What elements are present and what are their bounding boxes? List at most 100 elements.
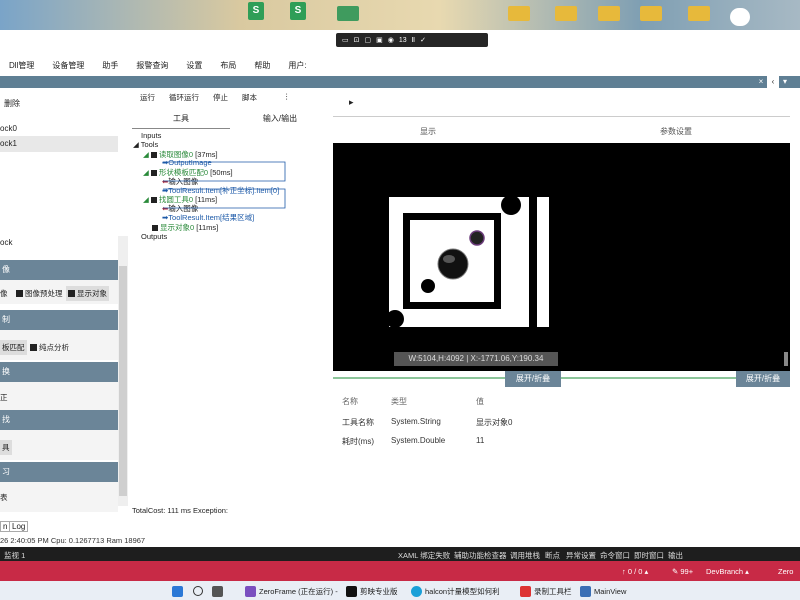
expand-collapse-button-2[interactable]: 展开/折叠 <box>736 371 790 387</box>
delete-button[interactable]: 删除 <box>4 98 122 109</box>
window-icon[interactable]: ▢ <box>365 36 372 44</box>
folder-icon-4[interactable] <box>598 6 620 21</box>
ide-tab[interactable]: 调用堆栈 <box>510 550 540 561</box>
repo-selector[interactable]: Zero <box>778 567 793 576</box>
chevron-down-icon[interactable]: ▾ <box>779 76 791 88</box>
taskbar-app-zeroframe[interactable]: ZeroFrame (正在运行) - <box>245 584 338 598</box>
tree-tools[interactable]: ◢ Tools <box>133 140 158 149</box>
tab-io[interactable]: 输入/输出 <box>230 110 330 128</box>
tab-params[interactable]: 参数设置 <box>660 126 692 137</box>
play-icon[interactable]: ▸ <box>349 97 354 108</box>
git-changes[interactable]: ✎ 99+ <box>672 567 693 576</box>
run-button[interactable]: 运行 <box>140 92 155 103</box>
ide-tab[interactable]: 断点 <box>545 550 560 561</box>
collapse-icon[interactable]: ◢ <box>143 168 151 177</box>
tree-inputs[interactable]: Inputs <box>141 131 161 140</box>
tool-preprocess-chip[interactable]: 图像预处理 <box>16 288 63 299</box>
menu-alarm[interactable]: 报警查询 <box>127 60 177 71</box>
taskbar-app-mainview[interactable]: MainView <box>580 584 626 598</box>
cell-value[interactable]: 显示对象0 <box>476 417 512 428</box>
taskbar-app-browser[interactable]: halcon计量模型如何利 <box>411 584 500 598</box>
tool-image-chip[interactable]: 像 <box>0 288 8 299</box>
sheet-app-icon-2[interactable]: S <box>290 2 306 20</box>
taskbar-app-recorder[interactable]: 录制工具栏 <box>520 584 572 598</box>
ide-tab[interactable]: XAML 绑定失败 <box>398 550 450 561</box>
search-icon[interactable] <box>193 584 203 598</box>
script-button[interactable]: 脚本 <box>242 92 257 103</box>
loop-run-button[interactable]: 循环运行 <box>169 92 199 103</box>
block-item-1[interactable]: ock1 <box>0 136 118 152</box>
divider <box>333 116 790 117</box>
ide-tab[interactable]: 异常设置 <box>566 550 596 561</box>
tab-tools[interactable]: 工具 <box>132 110 230 129</box>
folder-icon-2[interactable] <box>508 6 530 21</box>
folder-icon-5[interactable] <box>640 6 662 21</box>
cell-type: System.Double <box>391 436 446 445</box>
ide-tool-strip: 监视 1 XAML 绑定失败 辅助功能检查器 调用堆栈 断点 异常设置 命令窗口… <box>0 547 800 561</box>
menu-dll[interactable]: Dll管理 <box>0 60 43 71</box>
tool-correct-chip[interactable]: 正 <box>0 392 8 403</box>
menu-assistant[interactable]: 助手 <box>93 60 127 71</box>
part-drawing <box>386 195 537 328</box>
stop-button[interactable]: 停止 <box>213 92 228 103</box>
block-item-0[interactable]: ock0 <box>0 122 118 136</box>
tool-display-chip[interactable]: 显示对象 <box>66 286 109 301</box>
capture-icon[interactable]: ⊡ <box>354 36 360 44</box>
mic-icon[interactable]: ◉ <box>388 36 394 44</box>
viewer-scrollbar[interactable] <box>784 352 788 366</box>
more-icon[interactable]: ⋮ <box>283 92 291 103</box>
bottom-tabs: n Log <box>0 520 800 534</box>
folder-icon-3[interactable] <box>555 6 577 21</box>
check-icon[interactable]: ✓ <box>420 36 426 44</box>
section-body-match: 板匹配 纯点分析 <box>0 330 118 360</box>
section-header-learn[interactable]: 习 <box>0 462 118 482</box>
scrollbar-thumb[interactable] <box>119 266 127 496</box>
tab-log[interactable]: Log <box>9 521 29 532</box>
menu-user[interactable]: 用户: <box>279 60 315 71</box>
close-icon[interactable]: × <box>755 76 767 88</box>
section-header-transform[interactable]: 换 <box>0 362 118 382</box>
task-view-icon[interactable] <box>212 584 223 598</box>
menu-device[interactable]: 设备管理 <box>43 60 93 71</box>
camera-icon[interactable]: ▣ <box>376 36 383 44</box>
tree-outputs[interactable]: Outputs <box>141 232 167 241</box>
tool-icon <box>152 225 158 232</box>
chevron-left-icon[interactable]: ‹ <box>767 76 779 88</box>
start-icon[interactable] <box>172 584 183 598</box>
ide-tab[interactable]: 辅助功能检查器 <box>454 550 507 561</box>
git-sync[interactable]: ↑ 0 / 0 ▴ <box>622 567 648 576</box>
tab-display[interactable]: 显示 <box>420 126 436 137</box>
splitter-line[interactable] <box>333 377 790 379</box>
sheet-app-icon[interactable]: S <box>248 2 264 20</box>
block-item-2[interactable]: ock <box>0 238 118 247</box>
section-header-match[interactable]: 制 <box>0 310 118 330</box>
tool-template-chip[interactable]: 板匹配 <box>0 340 27 355</box>
menu-help[interactable]: 帮助 <box>245 60 279 71</box>
collapse-icon[interactable]: ◢ <box>143 150 151 159</box>
ide-tab[interactable]: 命令窗口 <box>600 550 630 561</box>
section-header-find[interactable]: 找 <box>0 410 118 430</box>
screen-icon[interactable]: ▭ <box>342 36 349 44</box>
taskbar-app-capcut[interactable]: 剪映专业版 <box>346 584 398 598</box>
expand-icon[interactable]: ◢ <box>133 140 141 149</box>
tool-table-chip[interactable]: 表 <box>0 492 8 503</box>
cell-value[interactable]: 11 <box>476 436 484 445</box>
folder-icon[interactable] <box>337 6 359 21</box>
status-bar: 26 2:40:05 PM Cpu: 0.1267713 Ram 18967 <box>0 533 800 547</box>
menu-settings[interactable]: 设置 <box>177 60 211 71</box>
section-header-image[interactable]: 像 <box>0 260 118 280</box>
expand-collapse-button[interactable]: 展开/折叠 <box>505 371 561 387</box>
menu-layout[interactable]: 布局 <box>211 60 245 71</box>
tool-find-chip[interactable]: 具 <box>0 440 12 455</box>
branch-selector[interactable]: DevBranch ▴ <box>706 567 749 576</box>
ide-tab[interactable]: 即时窗口 <box>634 550 664 561</box>
tool-point-chip[interactable]: 纯点分析 <box>30 342 69 353</box>
left-scrollbar[interactable] <box>118 236 128 506</box>
collapse-icon[interactable]: ◢ <box>143 195 151 204</box>
col-value: 值 <box>476 397 484 406</box>
pause-icon[interactable]: Ⅱ <box>412 36 415 44</box>
cat-avatar-icon[interactable] <box>730 8 750 26</box>
ide-tab[interactable]: 输出 <box>668 550 683 561</box>
watch-tab[interactable]: 监视 1 <box>4 550 25 561</box>
folder-icon-6[interactable] <box>688 6 710 21</box>
